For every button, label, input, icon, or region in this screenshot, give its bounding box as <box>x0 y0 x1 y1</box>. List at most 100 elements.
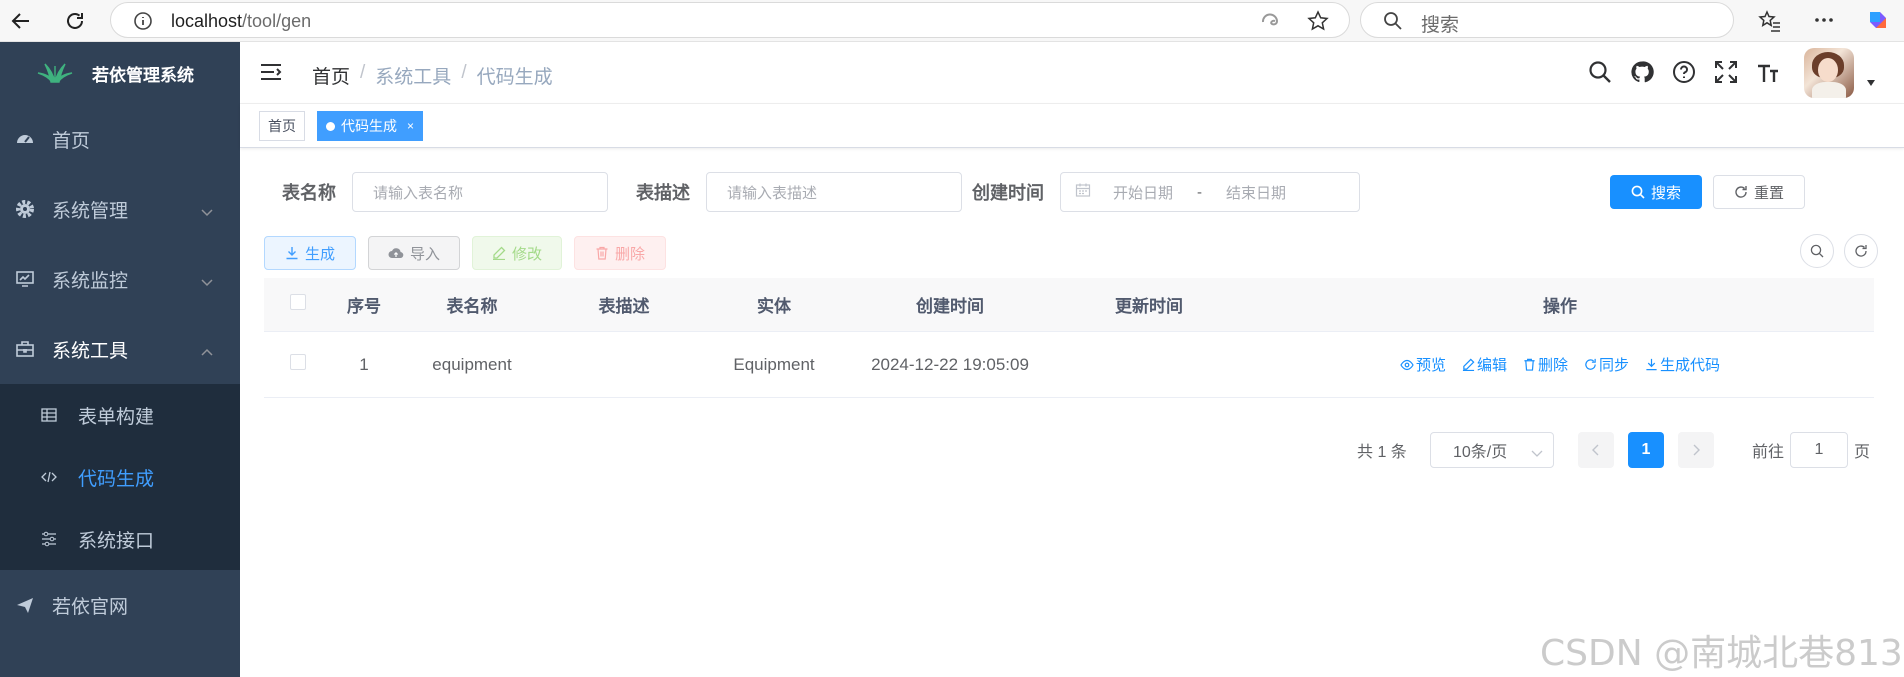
chevron-down-icon <box>1531 445 1543 463</box>
edit-icon <box>492 246 506 260</box>
filter-table-desc: 表描述 请输入表描述 <box>636 172 962 212</box>
goto-page-input[interactable]: 1 <box>1790 432 1848 468</box>
refresh-icon <box>1585 358 1596 370</box>
reload-button[interactable] <box>60 6 90 36</box>
sidebar-item-system-tools[interactable]: 系统工具 <box>0 314 240 384</box>
date-range-picker[interactable]: 开始日期 - 结束日期 <box>1060 172 1360 212</box>
pagination-total: 共 1 条 <box>1357 444 1407 461</box>
sidebar-item-swagger[interactable]: 系统接口 <box>0 508 240 570</box>
page-number-current[interactable]: 1 <box>1628 432 1664 468</box>
monitor-icon <box>14 268 36 290</box>
sidebar-item-system-monitor[interactable]: 系统监控 <box>0 244 240 314</box>
cell-index: 1 <box>359 354 369 374</box>
column-header: 序号 <box>347 297 381 316</box>
sidebar-item-label: 代码生成 <box>78 468 155 490</box>
preview-link[interactable]: 预览 <box>1400 354 1446 375</box>
end-date-input[interactable]: 结束日期 <box>1226 182 1286 203</box>
sidebar-item-home[interactable]: 首页 <box>0 104 240 174</box>
top-navbar: 首页 / 系统工具 / 代码生成 <box>240 42 1904 104</box>
tag-home[interactable]: 首页 <box>259 111 305 141</box>
import-button[interactable]: 导入 <box>368 236 460 270</box>
goto-label: 前往 <box>1752 444 1785 461</box>
filter-created-time: 创建时间 开始日期 - 结束日期 <box>972 172 1360 212</box>
favorite-star-icon[interactable] <box>1307 10 1329 37</box>
cell-table-name: equipment <box>432 354 512 374</box>
sidebar-item-official-site[interactable]: 若依官网 <box>0 570 240 640</box>
table-desc-label: 表描述 <box>636 183 690 203</box>
refresh-icon <box>1855 245 1867 257</box>
gear-icon <box>14 198 36 220</box>
eye-icon <box>1400 359 1414 370</box>
trash-icon <box>1524 358 1535 371</box>
refresh-icon <box>1735 186 1747 198</box>
trash-icon <box>596 246 608 260</box>
sidebar-item-label: 系统管理 <box>52 200 129 222</box>
more-icon[interactable] <box>1812 8 1836 37</box>
generate-button[interactable]: 生成 <box>264 236 356 270</box>
table-desc-input[interactable]: 请输入表描述 <box>706 172 962 212</box>
upload-cloud-icon <box>388 248 404 259</box>
back-button[interactable] <box>6 6 36 36</box>
table-name-label: 表名称 <box>282 183 336 203</box>
breadcrumb: 首页 / 系统工具 / 代码生成 <box>312 62 553 89</box>
row-actions: 预览 编辑 删除 同步 生成代码 <box>1246 354 1874 375</box>
breadcrumb-item[interactable]: 首页 <box>312 62 350 89</box>
reset-button[interactable]: 重置 <box>1713 175 1805 209</box>
download-icon <box>1646 358 1657 371</box>
tag-code-gen[interactable]: 代码生成 × <box>317 111 424 141</box>
code-icon <box>40 468 58 486</box>
fullscreen-icon[interactable] <box>1714 60 1738 89</box>
delete-button[interactable]: 删除 <box>574 236 666 270</box>
chevron-up-icon <box>200 342 214 364</box>
page-size-select[interactable]: 10条/页 <box>1430 432 1554 468</box>
generate-code-link[interactable]: 生成代码 <box>1645 354 1720 375</box>
sidebar-item-code-gen[interactable]: 代码生成 <box>0 446 240 508</box>
sync-link[interactable]: 同步 <box>1584 354 1629 375</box>
search-icon[interactable] <box>1588 60 1612 89</box>
next-page-button[interactable] <box>1678 432 1714 468</box>
search-icon <box>1810 244 1824 258</box>
row-checkbox[interactable] <box>290 354 306 370</box>
font-size-icon[interactable] <box>1756 60 1780 89</box>
tags-view: 首页 代码生成 × <box>240 104 1904 148</box>
table-icon <box>40 406 58 424</box>
sidebar-item-system-manage[interactable]: 系统管理 <box>0 174 240 244</box>
created-time-label: 创建时间 <box>972 183 1044 203</box>
address-bar[interactable]: localhost/tool/gen <box>110 2 1350 38</box>
table-header-row: 序号 表名称 表描述 实体 创建时间 更新时间 操作 <box>264 278 1874 332</box>
caret-down-icon[interactable] <box>1866 74 1876 92</box>
edit-button[interactable]: 修改 <box>472 236 562 270</box>
github-icon[interactable] <box>1630 60 1654 89</box>
sidebar-item-form-build[interactable]: 表单构建 <box>0 384 240 446</box>
favorites-icon[interactable] <box>1758 9 1782 38</box>
info-icon[interactable] <box>133 11 153 36</box>
edge-extension-icon[interactable] <box>1259 10 1281 37</box>
close-icon[interactable]: × <box>407 119 414 133</box>
toggle-search-button[interactable] <box>1800 234 1834 268</box>
table-name-input[interactable]: 请输入表名称 <box>352 172 608 212</box>
tag-label: 代码生成 <box>341 118 397 134</box>
chevron-down-icon <box>200 272 214 294</box>
filter-table-name: 表名称 请输入表名称 <box>282 172 608 212</box>
search-placeholder: 搜索 <box>1421 15 1460 36</box>
edit-link[interactable]: 编辑 <box>1462 354 1507 375</box>
copilot-icon[interactable] <box>1864 6 1892 39</box>
sidebar-logo[interactable]: 若依管理系统 <box>0 42 240 104</box>
delete-link[interactable]: 删除 <box>1523 354 1568 375</box>
prev-page-button[interactable] <box>1578 432 1614 468</box>
select-all-checkbox[interactable] <box>290 294 306 310</box>
search-button[interactable]: 搜索 <box>1610 175 1702 209</box>
hamburger-icon[interactable] <box>260 62 282 87</box>
page-unit-label: 页 <box>1854 444 1871 461</box>
avatar[interactable] <box>1804 48 1854 98</box>
send-icon <box>14 594 36 616</box>
sidebar-item-label: 系统工具 <box>52 340 129 362</box>
sidebar-submenu-tools: 表单构建 代码生成 系统接口 <box>0 384 240 570</box>
column-header: 操作 <box>1543 297 1577 316</box>
browser-search-box[interactable]: 搜索 <box>1360 2 1734 38</box>
question-icon[interactable] <box>1672 60 1696 89</box>
active-dot-icon <box>326 121 335 131</box>
start-date-input[interactable]: 开始日期 <box>1113 182 1173 203</box>
csdn-watermark: CSDN @南城北巷813 <box>1540 633 1903 674</box>
refresh-table-button[interactable] <box>1844 234 1878 268</box>
